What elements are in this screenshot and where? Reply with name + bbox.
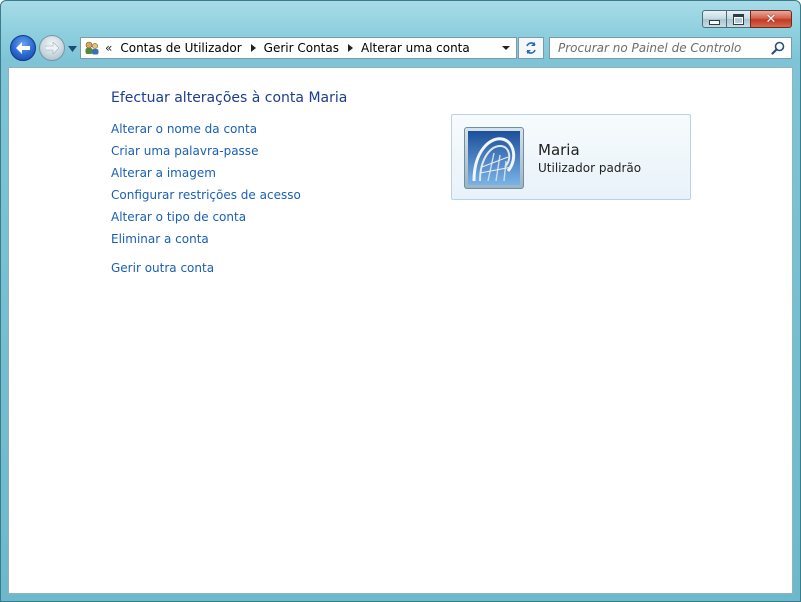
breadcrumb-separator-icon[interactable] [348, 44, 353, 52]
search-box [549, 37, 792, 59]
delete-account-link[interactable]: Eliminar a conta [111, 232, 301, 254]
back-button[interactable] [10, 35, 36, 61]
chevron-down-icon [67, 46, 77, 52]
maximize-icon [733, 13, 744, 25]
back-arrow-icon [16, 42, 30, 54]
breadcrumb-gerir-contas[interactable]: Gerir Contas [264, 41, 339, 55]
minimize-button[interactable] [702, 10, 727, 28]
create-password-link[interactable]: Criar uma palavra-passe [111, 144, 301, 166]
maximize-button[interactable] [726, 10, 751, 28]
address-bar[interactable]: « Contas de Utilizador Gerir Contas Alte… [80, 37, 517, 59]
account-type: Utilizador padrão [538, 161, 642, 175]
user-accounts-icon [85, 41, 99, 55]
parental-controls-link[interactable]: Configurar restrições de acesso [111, 188, 301, 210]
page-title: Efectuar alterações à conta Maria [111, 90, 348, 106]
close-button[interactable]: ✕ [750, 10, 792, 28]
breadcrumb-separator-icon[interactable] [250, 44, 256, 52]
caption-buttons: ✕ [702, 10, 792, 28]
account-name: Maria [538, 141, 580, 159]
breadcrumb-contas-de-utilizador[interactable]: Contas de Utilizador [120, 41, 241, 55]
change-name-link[interactable]: Alterar o nome da conta [111, 122, 301, 144]
manage-another-account-link[interactable]: Gerir outra conta [111, 261, 301, 283]
close-icon: ✕ [765, 11, 777, 27]
task-list: Alterar o nome da conta Criar uma palavr… [111, 122, 301, 283]
address-history-dropdown-icon[interactable] [502, 46, 510, 50]
breadcrumb-overflow[interactable]: « [105, 41, 112, 55]
breadcrumb-alterar-uma-conta[interactable]: Alterar uma conta [361, 41, 470, 55]
recent-pages-button[interactable] [67, 44, 77, 54]
search-icon[interactable] [771, 41, 785, 55]
account-picture [464, 127, 524, 189]
forward-arrow-icon [45, 42, 59, 54]
refresh-icon [526, 42, 536, 54]
account-card: Maria Utilizador padrão [451, 114, 691, 200]
refresh-button[interactable] [518, 37, 544, 59]
minimize-icon [709, 19, 720, 25]
change-account-type-link[interactable]: Alterar o tipo de conta [111, 210, 301, 232]
window-frame: ✕ « Contas de Utilizador Gerir Contas Al… [0, 0, 801, 602]
forward-button[interactable] [39, 35, 65, 61]
change-picture-link[interactable]: Alterar a imagem [111, 166, 301, 188]
search-input[interactable] [558, 41, 768, 55]
roller-coaster-avatar-icon [468, 131, 520, 185]
content-pane: Efectuar alterações à conta Maria Altera… [8, 67, 793, 594]
